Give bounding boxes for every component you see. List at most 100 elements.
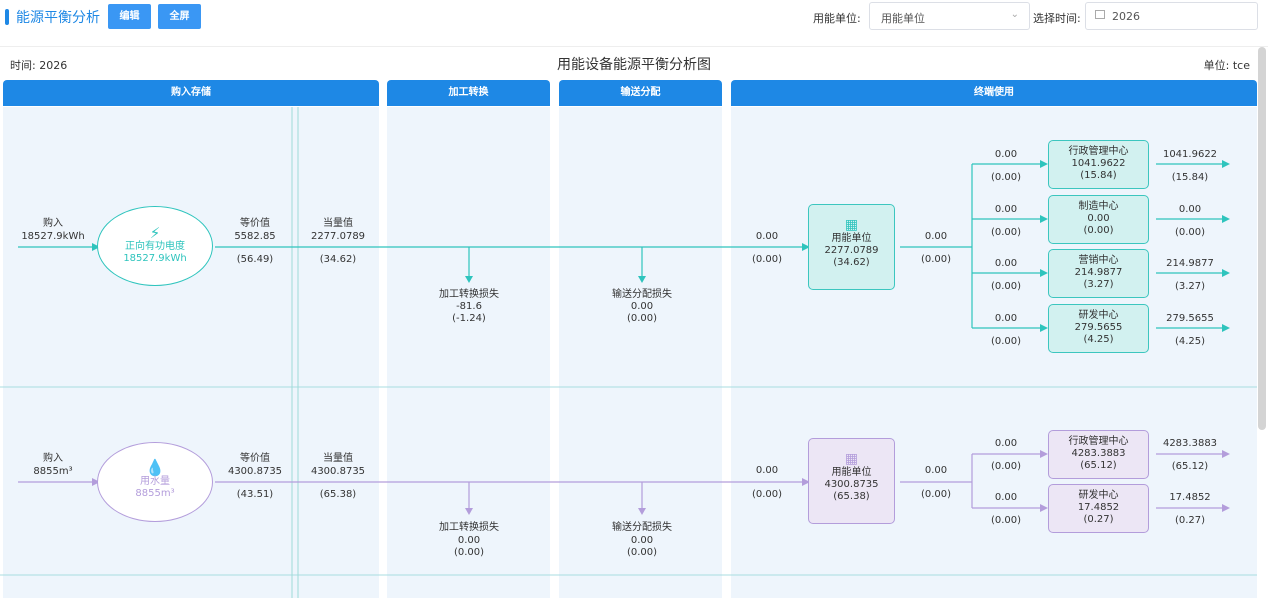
center-value: 279.5655 bbox=[1074, 322, 1123, 333]
unit-in-value: 0.00 bbox=[755, 465, 779, 476]
conversion-loss-pct: (0.00) bbox=[453, 547, 485, 558]
center-pct: (4.25) bbox=[1083, 334, 1114, 345]
unit-node-electric[interactable]: ▦ 用能单位 2277.0789 (34.62) bbox=[808, 204, 895, 290]
arrow-head bbox=[638, 276, 646, 283]
center-value: 17.4852 bbox=[1077, 502, 1120, 513]
arrow-head bbox=[1222, 324, 1230, 332]
center-out-pct: (15.84) bbox=[1171, 172, 1209, 183]
center-node[interactable]: 制造中心 0.00 (0.00) bbox=[1048, 195, 1149, 244]
center-value: 4283.3883 bbox=[1071, 448, 1126, 459]
arrow-head bbox=[1040, 269, 1048, 277]
unit-value: 4300.8735 bbox=[824, 479, 879, 490]
equiv-value: 5582.85 bbox=[234, 231, 276, 242]
conversion-loss-pct: (-1.24) bbox=[452, 313, 486, 324]
center-pct: (65.12) bbox=[1080, 460, 1117, 471]
distribution-loss-pct: (0.00) bbox=[626, 313, 658, 324]
unit-in-pct: (0.00) bbox=[751, 254, 783, 265]
center-pct: (0.27) bbox=[1083, 514, 1114, 525]
center-out-value: 279.5655 bbox=[1166, 313, 1214, 324]
source-node-water[interactable]: 💧 用水量 8855m³ bbox=[97, 442, 213, 522]
water-drop-icon: 💧 bbox=[145, 458, 165, 477]
unit-out-pct: (0.00) bbox=[920, 254, 952, 265]
center-out-value: 214.9877 bbox=[1166, 258, 1214, 269]
unit-out-value: 0.00 bbox=[924, 231, 948, 242]
arrow-head bbox=[1040, 504, 1048, 512]
arrow-head bbox=[1040, 324, 1048, 332]
branch-pct: (0.00) bbox=[990, 227, 1022, 238]
center-node[interactable]: 研发中心 279.5655 (4.25) bbox=[1048, 304, 1149, 353]
actual-value: 2277.0789 bbox=[310, 231, 366, 242]
center-out-pct: (0.27) bbox=[1174, 515, 1206, 526]
unit-name: 用能单位 bbox=[831, 467, 872, 478]
center-pct: (15.84) bbox=[1080, 170, 1117, 181]
unit-pct: (34.62) bbox=[833, 257, 870, 268]
center-node[interactable]: 营销中心 214.9877 (3.27) bbox=[1048, 249, 1149, 298]
branch-value: 0.00 bbox=[994, 313, 1018, 324]
unit-pct: (65.38) bbox=[833, 491, 870, 502]
arrow-head bbox=[638, 508, 646, 515]
center-out-value: 1041.9622 bbox=[1162, 149, 1218, 160]
arrow-head bbox=[1222, 269, 1230, 277]
lightning-icon: ⚡ bbox=[149, 224, 161, 242]
center-name: 研发中心 bbox=[1078, 490, 1119, 501]
arrow-head bbox=[465, 508, 473, 515]
center-pct: (3.27) bbox=[1083, 279, 1114, 290]
equiv-value: 4300.8735 bbox=[227, 466, 283, 477]
center-out-pct: (4.25) bbox=[1174, 336, 1206, 347]
actual-label: 当量值 bbox=[323, 453, 353, 464]
center-pct: (0.00) bbox=[1083, 225, 1114, 236]
center-name: 行政管理中心 bbox=[1068, 146, 1129, 157]
arrow-head bbox=[1040, 160, 1048, 168]
arrow-head bbox=[1222, 504, 1230, 512]
distribution-loss-label: 输送分配损失 bbox=[612, 522, 672, 533]
center-out-value: 4283.3883 bbox=[1162, 438, 1218, 449]
center-node[interactable]: 行政管理中心 4283.3883 (65.12) bbox=[1048, 430, 1149, 479]
vertical-scrollbar[interactable] bbox=[1258, 47, 1266, 430]
building-icon: ▦ bbox=[844, 217, 859, 233]
center-out-pct: (3.27) bbox=[1174, 281, 1206, 292]
conversion-loss-label: 加工转换损失 bbox=[439, 522, 499, 533]
arrow-head bbox=[1222, 450, 1230, 458]
branch-pct: (0.00) bbox=[990, 461, 1022, 472]
center-name: 研发中心 bbox=[1078, 310, 1119, 321]
actual-pct: (65.38) bbox=[319, 489, 357, 500]
actual-label: 当量值 bbox=[323, 218, 353, 229]
unit-out-pct: (0.00) bbox=[920, 489, 952, 500]
unit-node-water[interactable]: ▦ 用能单位 4300.8735 (65.38) bbox=[808, 438, 895, 524]
center-name: 制造中心 bbox=[1078, 201, 1119, 212]
unit-name: 用能单位 bbox=[831, 233, 872, 244]
branch-value: 0.00 bbox=[994, 149, 1018, 160]
branch-pct: (0.00) bbox=[990, 172, 1022, 183]
center-out-pct: (0.00) bbox=[1174, 227, 1206, 238]
center-node[interactable]: 行政管理中心 1041.9622 (15.84) bbox=[1048, 140, 1149, 189]
unit-in-pct: (0.00) bbox=[751, 489, 783, 500]
source-name: 正向有功电度 bbox=[125, 241, 185, 252]
center-out-value: 0.00 bbox=[1178, 204, 1202, 215]
distribution-loss-pct: (0.00) bbox=[626, 547, 658, 558]
actual-value: 4300.8735 bbox=[310, 466, 366, 477]
purchase-value: 8855m³ bbox=[33, 466, 73, 477]
purchase-value: 18527.9kWh bbox=[21, 231, 85, 242]
center-node[interactable]: 研发中心 17.4852 (0.27) bbox=[1048, 484, 1149, 533]
branch-pct: (0.00) bbox=[990, 281, 1022, 292]
equiv-label: 等价值 bbox=[240, 218, 270, 229]
branch-value: 0.00 bbox=[994, 492, 1018, 503]
purchase-label: 购入 bbox=[43, 453, 63, 464]
arrow-head bbox=[1222, 215, 1230, 223]
unit-out-value: 0.00 bbox=[924, 465, 948, 476]
actual-pct: (34.62) bbox=[319, 254, 357, 265]
center-out-pct: (65.12) bbox=[1171, 461, 1209, 472]
source-name: 用水量 bbox=[140, 476, 170, 487]
source-value: 18527.9kWh bbox=[123, 253, 187, 264]
arrow-head bbox=[1040, 215, 1048, 223]
unit-in-value: 0.00 bbox=[755, 231, 779, 242]
center-name: 营销中心 bbox=[1078, 255, 1119, 266]
branch-pct: (0.00) bbox=[990, 515, 1022, 526]
arrow-head bbox=[465, 276, 473, 283]
center-value: 0.00 bbox=[1087, 213, 1110, 224]
center-out-value: 17.4852 bbox=[1169, 492, 1211, 503]
branch-value: 0.00 bbox=[994, 258, 1018, 269]
source-node-electric[interactable]: ⚡ 正向有功电度 18527.9kWh bbox=[97, 206, 213, 286]
equiv-label: 等价值 bbox=[240, 453, 270, 464]
arrow-head bbox=[1040, 450, 1048, 458]
